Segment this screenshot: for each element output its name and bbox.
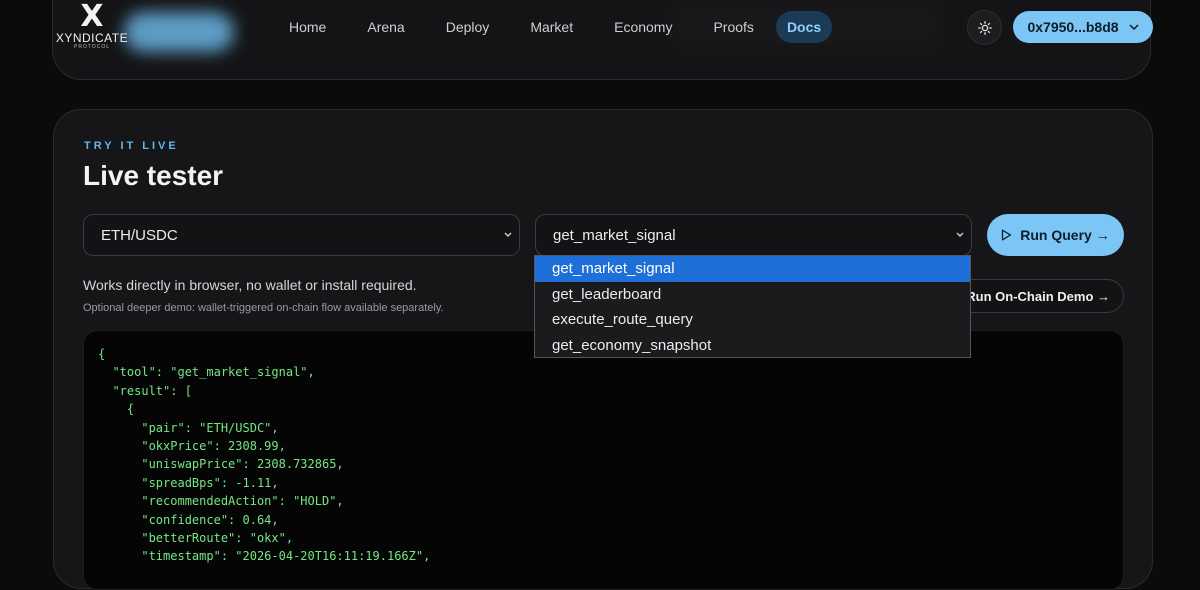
logo-mark: X bbox=[80, 0, 104, 34]
chevron-down-icon bbox=[504, 232, 512, 237]
nav-item-proofs[interactable]: Proofs bbox=[694, 11, 772, 43]
play-icon bbox=[1002, 229, 1012, 241]
dropdown-option[interactable]: get_economy_snapshot bbox=[535, 333, 970, 359]
chevron-down-icon bbox=[1129, 24, 1139, 30]
nav-item-economy[interactable]: Economy bbox=[595, 11, 691, 43]
tool-select[interactable]: get_market_signal bbox=[535, 214, 972, 256]
onchain-label: Run On-Chain Demo → bbox=[966, 288, 1110, 304]
run-query-button[interactable]: Run Query → bbox=[987, 214, 1124, 256]
tool-select-value: get_market_signal bbox=[553, 226, 676, 244]
section-eyebrow: TRY IT LIVE bbox=[84, 140, 179, 152]
dropdown-option[interactable]: get_leaderboard bbox=[535, 282, 970, 308]
pair-select[interactable]: ETH/USDC bbox=[83, 214, 520, 256]
onchain-subnote: Optional deeper demo: wallet-triggered o… bbox=[83, 302, 444, 314]
section-title: Live tester bbox=[83, 160, 224, 191]
json-output: { "tool": "get_market_signal", "result":… bbox=[98, 347, 431, 564]
nav-item-home[interactable]: Home bbox=[270, 11, 345, 43]
chevron-down-icon bbox=[956, 232, 964, 237]
pair-select-value: ETH/USDC bbox=[101, 226, 178, 244]
theme-toggle-button[interactable] bbox=[967, 10, 1002, 45]
blurred-pill bbox=[124, 12, 234, 52]
logo-name: XYNDICATE bbox=[55, 31, 129, 45]
nav-menu: Home Arena Deploy Market Economy Proofs … bbox=[270, 11, 835, 43]
code-output: { "tool": "get_market_signal", "result":… bbox=[83, 330, 1124, 590]
run-query-label: Run Query → bbox=[1020, 227, 1110, 243]
nav-item-arena[interactable]: Arena bbox=[348, 11, 423, 43]
dropdown-option[interactable]: get_market_signal bbox=[535, 256, 970, 282]
sun-icon bbox=[977, 20, 992, 35]
wallet-button[interactable]: 0x7950...b8d8 bbox=[1013, 11, 1153, 43]
wallet-address: 0x7950...b8d8 bbox=[1027, 19, 1119, 35]
nav-item-docs[interactable]: Docs bbox=[775, 11, 833, 43]
dropdown-option[interactable]: execute_route_query bbox=[535, 307, 970, 333]
nav-item-market[interactable]: Market bbox=[511, 11, 592, 43]
logo-sub: PROTOCOL bbox=[74, 44, 110, 50]
tool-dropdown-list[interactable]: get_market_signal get_leaderboard execut… bbox=[534, 255, 971, 358]
nav-item-deploy[interactable]: Deploy bbox=[427, 11, 509, 43]
top-nav: X XYNDICATE PROTOCOL Home Arena Deploy M… bbox=[0, 0, 1200, 80]
logo[interactable]: X XYNDICATE PROTOCOL bbox=[52, 2, 132, 54]
browser-note: Works directly in browser, no wallet or … bbox=[83, 277, 417, 293]
